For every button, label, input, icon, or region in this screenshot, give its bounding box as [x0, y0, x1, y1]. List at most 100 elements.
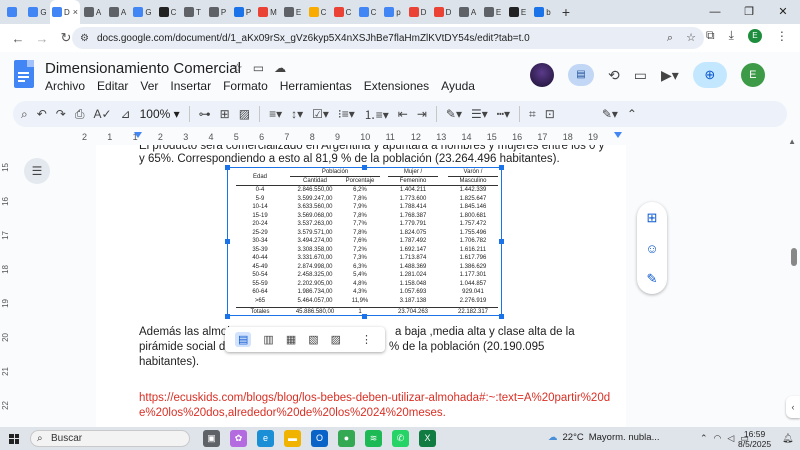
browser-tab[interactable]: D — [430, 0, 455, 24]
menu-item-insertar[interactable]: Insertar — [170, 79, 211, 93]
resize-handle[interactable] — [362, 314, 367, 319]
close-window-button[interactable]: ✕ — [766, 0, 800, 24]
taskbar-search[interactable]: ⌕ Buscar — [30, 430, 190, 447]
comments-icon[interactable]: ▭ — [634, 67, 647, 84]
document-page[interactable]: El producto será comercializado en Argen… — [96, 145, 626, 427]
resize-handle[interactable] — [225, 314, 230, 319]
browser-tab[interactable]: C — [305, 0, 330, 24]
numbered-list-icon[interactable]: ⒈≡▾ — [364, 106, 389, 123]
side-panel-toggle[interactable]: ‹ — [786, 396, 800, 418]
browser-tab[interactable]: p — [380, 0, 405, 24]
url-field[interactable]: ⚙ docs.google.com/document/d/1_aKx09rSx_… — [72, 27, 704, 49]
browser-tab[interactable]: E — [480, 0, 505, 24]
spotify-icon[interactable]: ≋ — [365, 430, 382, 447]
clock[interactable]: 16:59 8/5/2025 — [738, 429, 771, 449]
copilot-icon[interactable]: ✿ — [230, 430, 247, 447]
close-tab-icon[interactable]: × — [73, 7, 78, 17]
browser-tab[interactable]: M — [255, 0, 280, 24]
vertical-ruler[interactable]: 15 16 17 18 19 20 21 22 — [0, 145, 14, 425]
add-comment-icon[interactable]: ⊞ — [220, 107, 230, 121]
document-title[interactable]: Dimensionamiento Comercial — [45, 60, 241, 77]
back-icon[interactable]: ← — [6, 31, 30, 46]
undo-icon[interactable]: ↶ — [37, 107, 47, 121]
insert-image-icon[interactable]: ▨ — [239, 107, 250, 121]
show-hidden-icon[interactable]: ⌃ — [700, 433, 708, 444]
inline-wrap-icon[interactable]: ▤ — [235, 332, 252, 347]
decrease-indent-icon[interactable]: ⇤ — [398, 107, 408, 121]
browser-tab[interactable]: D × — [50, 0, 80, 24]
collaborator-avatar[interactable] — [530, 63, 554, 87]
star-icon[interactable]: ☆ — [232, 61, 243, 75]
reference-link[interactable]: https://ecuskids.com/blogs/blog/los-bebe… — [139, 391, 610, 406]
break-text-icon[interactable]: ▦ — [286, 333, 296, 346]
insert-link-icon[interactable]: ⊶ — [199, 107, 211, 121]
checklist-icon[interactable]: ☑▾ — [312, 107, 329, 121]
browser-tab[interactable]: D — [405, 0, 430, 24]
browser-tab[interactable] — [0, 0, 25, 24]
border-color-icon[interactable]: ✎▾ — [446, 107, 462, 121]
scroll-up-arrow[interactable]: ▲ — [788, 137, 796, 146]
resize-handle[interactable] — [225, 165, 230, 170]
image-options-icon[interactable]: ⊡ — [545, 107, 555, 121]
browser-tab[interactable]: P — [205, 0, 230, 24]
border-dash-icon[interactable]: ┅▾ — [497, 107, 510, 121]
volume-icon[interactable]: ◁ — [727, 433, 734, 444]
print-icon[interactable]: ⎙ — [75, 107, 85, 122]
editing-mode-icon[interactable]: ✎▾ — [602, 107, 618, 121]
emoji-reaction-icon[interactable]: ☺ — [645, 241, 658, 256]
menu-kebab-icon[interactable]: ⋮ — [776, 29, 788, 43]
crop-icon[interactable]: ⌗ — [529, 107, 536, 122]
align-icon[interactable]: ≡▾ — [269, 107, 282, 121]
in-front-of-text-icon[interactable]: ▨ — [331, 333, 341, 346]
spellcheck-icon[interactable]: A✓ — [93, 107, 111, 121]
menu-item-editar[interactable]: Editar — [97, 79, 128, 93]
resize-handle[interactable] — [362, 165, 367, 170]
cloud-status-icon[interactable]: ☁ — [274, 61, 286, 75]
task-view-icon[interactable]: ▣ — [203, 430, 220, 447]
forward-icon[interactable]: → — [30, 31, 54, 46]
account-avatar[interactable]: E — [740, 63, 765, 87]
zoom-icon[interactable]: ⌕ — [667, 32, 673, 44]
search-menus-icon[interactable]: ⌕ — [21, 107, 28, 122]
browser-tab[interactable]: A — [80, 0, 105, 24]
site-info-icon[interactable]: ⚙ — [80, 33, 89, 44]
browser-tab[interactable]: G — [25, 0, 50, 24]
outlook-icon[interactable]: O — [311, 430, 328, 447]
behind-text-icon[interactable]: ▧ — [308, 333, 318, 346]
increase-indent-icon[interactable]: ⇥ — [417, 107, 427, 121]
profile-avatar[interactable]: E — [747, 28, 762, 43]
bulleted-list-icon[interactable]: ⁝≡▾ — [338, 107, 355, 121]
share-button[interactable]: ⊕ — [692, 62, 727, 88]
meet-participants-icon[interactable]: ▤ — [568, 64, 594, 86]
browser-tab[interactable]: C — [330, 0, 355, 24]
menu-item-formato[interactable]: Formato — [223, 79, 268, 93]
zoom-select[interactable]: 100% ▾ — [140, 107, 180, 121]
restore-button[interactable]: ❐ — [732, 0, 766, 24]
docs-logo-icon[interactable] — [14, 60, 34, 88]
paint-format-icon[interactable]: ⊿ — [121, 107, 131, 121]
right-indent-marker[interactable] — [614, 132, 622, 138]
browser-tab[interactable]: P — [230, 0, 255, 24]
document-outline-button[interactable]: ☰ — [24, 158, 50, 184]
browser-tab[interactable]: A — [105, 0, 130, 24]
population-table-image[interactable]: Población Mujer / Varón / Edad Cantidad Porce… — [227, 167, 502, 316]
new-tab-button[interactable]: + — [555, 4, 577, 20]
border-weight-icon[interactable]: ☰▾ — [471, 107, 488, 121]
history-icon[interactable]: ⟲ — [608, 67, 620, 84]
collapse-toolbar-icon[interactable]: ⌃ — [627, 107, 637, 121]
reference-link[interactable]: e%20los%20dos,alrededor%20de%20los%2024%… — [139, 406, 446, 421]
browser-tab[interactable]: C — [155, 0, 180, 24]
resize-handle[interactable] — [499, 165, 504, 170]
wrap-text-icon[interactable]: ▥ — [263, 333, 273, 346]
file-explorer-icon[interactable]: ▬ — [284, 430, 301, 447]
browser-tab[interactable]: E — [280, 0, 305, 24]
browser-tab[interactable]: T — [180, 0, 205, 24]
resize-handle[interactable] — [225, 239, 230, 244]
meet-video-icon[interactable]: ▶▾ — [661, 67, 679, 84]
browser-tab[interactable]: C — [355, 0, 380, 24]
menu-item-extensiones[interactable]: Extensiones — [364, 79, 429, 93]
wifi-icon[interactable]: ◠ — [714, 433, 722, 444]
browser-tab[interactable]: G — [130, 0, 155, 24]
resize-handle[interactable] — [499, 239, 504, 244]
browser-tab[interactable]: E — [505, 0, 530, 24]
